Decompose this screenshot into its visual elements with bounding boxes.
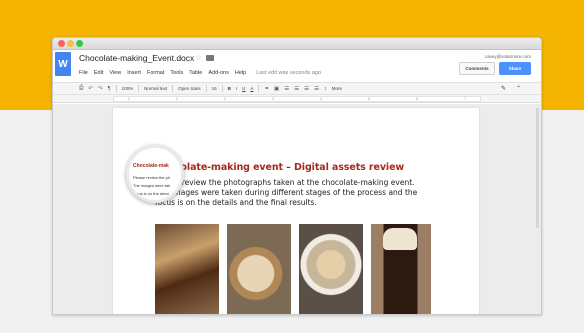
toolbar-divider [138, 85, 140, 92]
menu-tools[interactable]: Tools [170, 70, 183, 76]
ruler-tick: 5 [368, 97, 370, 101]
document-paragraph[interactable]: Please review the photographs taken at t… [155, 178, 445, 208]
zoom-select[interactable]: 100% [122, 86, 134, 91]
ruler-scale: 1 1 2 3 4 5 6 7 [113, 96, 481, 102]
magnified-heading: Chocolate-mak [133, 163, 169, 169]
folder-icon[interactable] [206, 55, 214, 61]
underline-button[interactable]: U [242, 86, 245, 91]
redo-icon[interactable]: ↷ [98, 86, 103, 92]
star-icon[interactable]: ☆ [195, 53, 202, 62]
pen-icon[interactable]: ✎ [501, 85, 506, 92]
share-button[interactable]: Share [499, 62, 531, 75]
menu-file[interactable]: File [79, 70, 88, 76]
justify-icon[interactable]: ☰ [314, 86, 319, 92]
align-right-icon[interactable]: ☰ [304, 86, 309, 92]
last-edit-status[interactable]: Last edit was seconds ago [256, 70, 321, 76]
align-left-icon[interactable]: ☰ [284, 86, 289, 92]
maximize-window-button[interactable] [76, 40, 83, 47]
magnified-line: Please review the ph [133, 175, 171, 180]
menu-insert[interactable]: Insert [127, 70, 141, 76]
bold-button[interactable]: B [228, 86, 231, 91]
formatting-toolbar: ⎙ ↶ ↷ ¶ 100% Normal text Open Sans 16 B … [53, 82, 541, 95]
menu-table[interactable]: Table [189, 70, 202, 76]
minimize-window-button[interactable] [67, 40, 74, 47]
document-heading[interactable]: Chocolate-making event – Digital assets … [155, 162, 404, 173]
iced-chocolate-photo[interactable] [371, 224, 431, 314]
user-email[interactable]: casey@solarmore.com [485, 54, 531, 59]
paragraph-line: focus is on the details and the final re… [155, 198, 317, 207]
menu-help[interactable]: Help [235, 70, 246, 76]
document-title[interactable]: Chocolate-making_Event.docx [79, 53, 194, 63]
paint-format-icon[interactable]: ¶ [108, 86, 111, 92]
paragraph-line: Please review the photographs taken at t… [155, 178, 415, 187]
align-center-icon[interactable]: ☰ [294, 86, 299, 92]
magnified-line: focus is on the detai [133, 191, 169, 196]
word-logo-icon[interactable]: W [55, 52, 71, 76]
comment-icon[interactable]: ▣ [274, 86, 279, 92]
print-icon[interactable]: ⎙ [79, 85, 83, 92]
titlebar [53, 38, 541, 50]
ruler[interactable]: 1 1 2 3 4 5 6 7 [53, 95, 541, 103]
undo-icon[interactable]: ↶ [88, 86, 93, 92]
document-canvas: Chocolate-making event – Digital assets … [53, 104, 541, 314]
close-window-button[interactable] [58, 40, 65, 47]
document-page[interactable]: Chocolate-making event – Digital assets … [113, 108, 479, 314]
ruler-tick: 3 [272, 97, 274, 101]
toolbar-right: ✎ ⌃ [501, 85, 521, 92]
vertical-scrollbar[interactable] [536, 108, 539, 228]
menu-add-ons[interactable]: Add-ons [208, 70, 229, 76]
font-size-select[interactable]: 16 [212, 86, 217, 91]
chocolate-tart-photo[interactable] [155, 224, 219, 314]
photo-row [155, 224, 431, 314]
ruler-tick: 2 [224, 97, 226, 101]
menu-edit[interactable]: Edit [94, 70, 103, 76]
line-spacing-icon[interactable]: ↕ [324, 86, 327, 92]
ruler-tick: 4 [320, 97, 322, 101]
toolbar-divider [258, 85, 260, 92]
toolbar-divider [115, 85, 117, 92]
pastry-plate-photo[interactable] [227, 224, 291, 314]
magnified-line: The images were tak [133, 183, 171, 188]
text-color-button[interactable]: A [250, 86, 253, 91]
collapse-icon[interactable]: ⌃ [516, 85, 521, 92]
docs-header: W Chocolate-making_Event.docx ☆ File Edi… [53, 50, 541, 82]
comments-button[interactable]: Comments [459, 62, 495, 75]
ruler-tick: 7 [464, 97, 466, 101]
italic-button[interactable]: I [236, 86, 237, 91]
toolbar-divider [205, 85, 207, 92]
ruler-tick: 6 [416, 97, 418, 101]
font-select[interactable]: Open Sans [178, 86, 201, 91]
toolbar-divider [172, 85, 174, 92]
paragraph-line: The images were taken during different s… [155, 188, 418, 197]
link-icon[interactable]: ⚭ [264, 86, 269, 92]
menu-view[interactable]: View [109, 70, 121, 76]
cappuccino-photo[interactable] [299, 224, 363, 314]
magnifier-lens: Chocolate-mak Please review the ph The i… [126, 145, 184, 203]
toolbar-divider [221, 85, 223, 92]
menu-bar: File Edit View Insert Format Tools Table… [79, 70, 321, 76]
menu-format[interactable]: Format [147, 70, 164, 76]
ruler-tick: 1 [128, 97, 130, 101]
style-select[interactable]: Normal text [144, 86, 167, 91]
ruler-tick: 1 [176, 97, 178, 101]
more-menu[interactable]: More [332, 86, 342, 91]
